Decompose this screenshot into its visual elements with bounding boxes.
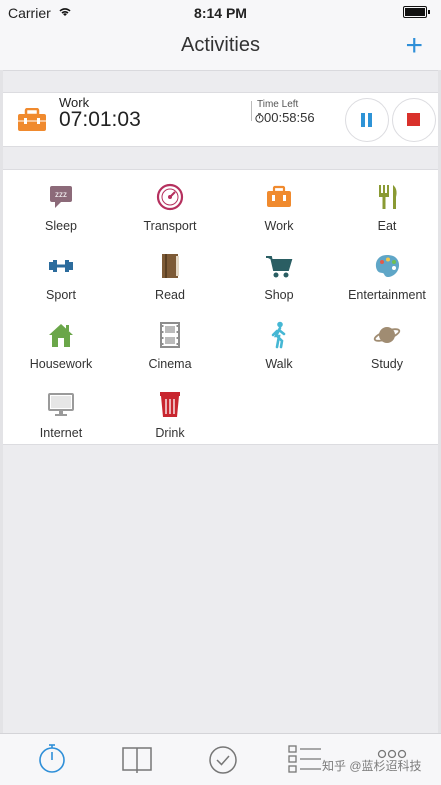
- activity-drink[interactable]: Drink: [116, 379, 224, 448]
- activity-internet[interactable]: Internet: [7, 379, 115, 448]
- palette-icon: [375, 255, 400, 278]
- dumbbell-icon: [49, 260, 73, 272]
- activity-housework[interactable]: Housework: [7, 310, 115, 379]
- current-activity-bar[interactable]: Work 07:01:03 Time Left 00:58:56: [3, 92, 438, 147]
- activity-work[interactable]: Work: [225, 172, 333, 241]
- list-icon: [288, 745, 321, 773]
- briefcase-icon: [267, 185, 291, 207]
- tab-goals[interactable]: [203, 742, 243, 776]
- briefcase-icon: [18, 108, 46, 131]
- time-left-label: Time Left: [257, 99, 299, 110]
- house-icon: [49, 324, 73, 347]
- activity-label: Internet: [39, 426, 83, 440]
- activity-label: Entertainment: [348, 288, 426, 302]
- activity-shop[interactable]: Shop: [225, 241, 333, 310]
- shopping-cart-icon: [266, 256, 293, 278]
- divider: [251, 101, 252, 121]
- activity-cinema[interactable]: Cinema: [116, 310, 224, 379]
- activity-sport[interactable]: Sport: [7, 241, 115, 310]
- activity-label: Work: [264, 219, 294, 233]
- battery-icon: [403, 6, 430, 18]
- stop-button[interactable]: [392, 98, 436, 142]
- walking-person-icon: [271, 321, 286, 349]
- activity-label: Eat: [377, 219, 397, 233]
- status-time: 8:14 PM: [194, 5, 247, 21]
- elapsed-time: 07:01:03: [59, 108, 141, 131]
- book-icon: [162, 254, 179, 278]
- activity-label: Cinema: [148, 357, 192, 371]
- svg-text:zzz: zzz: [55, 190, 67, 199]
- speedometer-icon: [156, 183, 184, 211]
- time-left-text: 00:58:56: [264, 110, 315, 125]
- activity-study[interactable]: Study: [333, 310, 441, 379]
- status-bar: Carrier 8:14 PM: [0, 0, 441, 26]
- planet-icon: [373, 327, 401, 343]
- tab-timer[interactable]: [32, 742, 72, 776]
- watermark: 知乎 @蓝杉迢科技: [322, 759, 422, 773]
- activity-transport[interactable]: Transport: [116, 172, 224, 241]
- navigation-bar: Activities +: [0, 26, 441, 71]
- tab-list[interactable]: [285, 742, 325, 776]
- activity-label: Drink: [155, 426, 185, 440]
- tab-journal[interactable]: [117, 742, 157, 776]
- monitor-icon: [48, 393, 74, 416]
- cup-icon: [160, 392, 180, 417]
- activity-label: Sleep: [45, 219, 77, 233]
- activity-entertainment[interactable]: Entertainment: [333, 241, 441, 310]
- activity-grid: zzz Sleep Transport Work Eat Sport Read Shop Ent…: [3, 169, 438, 445]
- fork-knife-icon: [379, 185, 397, 209]
- activity-label: Transport: [143, 219, 197, 233]
- add-activity-button[interactable]: +: [405, 31, 423, 61]
- pause-button[interactable]: [345, 98, 389, 142]
- book-open-icon: [122, 747, 152, 773]
- activity-label: Shop: [264, 288, 294, 302]
- sleep-bubble-icon: zzz: [50, 186, 72, 208]
- activity-walk[interactable]: Walk: [225, 310, 333, 379]
- check-circle-icon: [209, 746, 237, 774]
- activity-label: Walk: [265, 357, 293, 371]
- page-title: Activities: [181, 34, 260, 56]
- activity-sleep[interactable]: zzz Sleep: [7, 172, 115, 241]
- activity-label: Study: [371, 357, 403, 371]
- activity-label: Sport: [46, 288, 76, 302]
- time-left-value: 00:58:56: [255, 110, 315, 125]
- activity-eat[interactable]: Eat: [333, 172, 441, 241]
- activity-label: Read: [155, 288, 185, 302]
- film-icon: [160, 322, 180, 348]
- activity-read[interactable]: Read: [116, 241, 224, 310]
- timer-small-icon: [255, 113, 264, 123]
- app-screen: Carrier 8:14 PM Activities + Work 07:01:…: [0, 0, 441, 785]
- activity-label: Housework: [29, 357, 93, 371]
- stopwatch-icon: [39, 744, 65, 773]
